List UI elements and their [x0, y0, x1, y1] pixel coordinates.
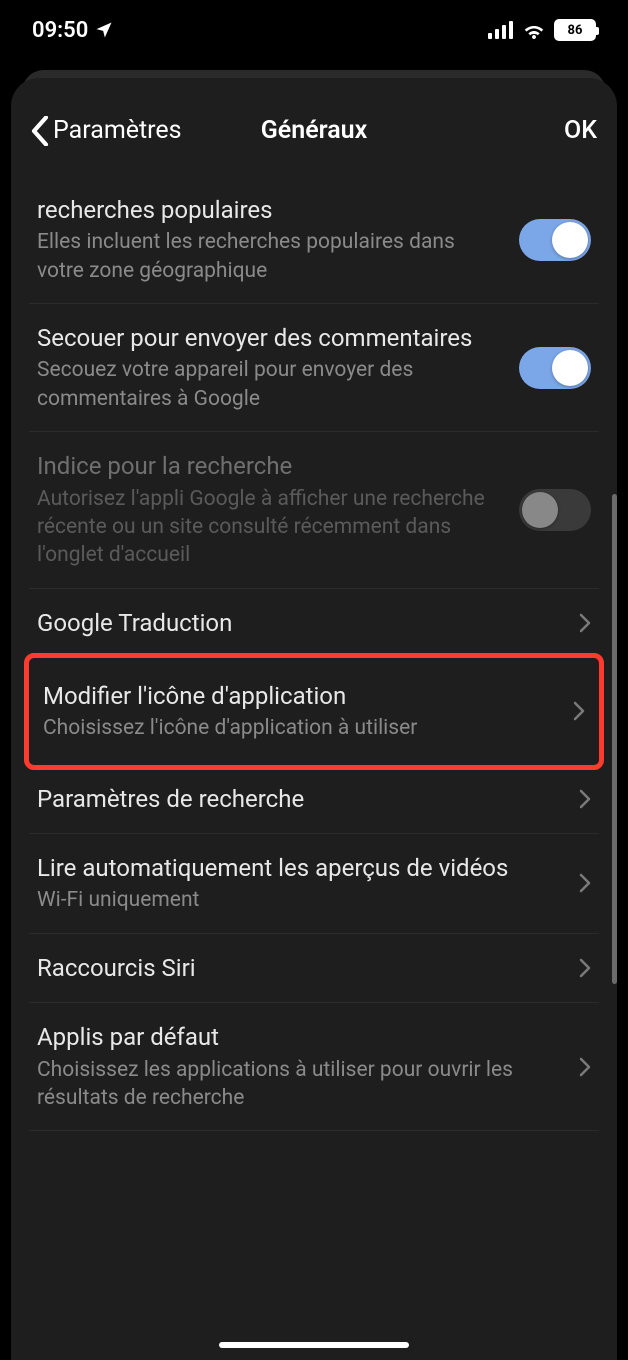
- row-text: Indice pour la recherche Autorisez l'app…: [37, 450, 503, 569]
- row-subtitle: Choisissez l'icône d'application à utili…: [43, 714, 557, 742]
- status-right: 86: [488, 19, 596, 41]
- row-subtitle: Secouez votre appareil pour envoyer des …: [37, 356, 503, 413]
- toggle-knob: [552, 350, 588, 386]
- row-title: Lire automatiquement les aperçus de vidé…: [37, 852, 563, 884]
- highlight-box: Modifier l'icône d'application Choisisse…: [24, 653, 604, 770]
- row-change-app-icon[interactable]: Modifier l'icône d'application Choisisse…: [29, 658, 599, 765]
- toggle-knob: [522, 492, 558, 528]
- scrollbar[interactable]: [612, 494, 617, 984]
- row-text: Secouer pour envoyer des commentaires Se…: [37, 322, 503, 413]
- chevron-right-icon: [573, 701, 585, 721]
- row-title: Paramètres de recherche: [37, 783, 563, 815]
- row-title: Secouer pour envoyer des commentaires: [37, 322, 503, 354]
- home-indicator[interactable]: [219, 1342, 409, 1348]
- row-text: Raccourcis Siri: [37, 952, 563, 984]
- row-default-apps[interactable]: Applis par défaut Choisissez les applica…: [29, 1003, 599, 1131]
- row-title: recherches populaires: [37, 194, 503, 226]
- row-search-hint: Indice pour la recherche Autorisez l'app…: [29, 432, 599, 588]
- chevron-left-icon: [31, 116, 49, 146]
- row-text: recherches populaires Elles incluent les…: [37, 194, 503, 285]
- battery-icon: 86: [554, 19, 596, 41]
- row-text: Paramètres de recherche: [37, 783, 563, 815]
- row-subtitle: Choisissez les applications à utiliser p…: [37, 1056, 563, 1113]
- row-title: Raccourcis Siri: [37, 952, 563, 984]
- back-button[interactable]: Paramètres: [31, 116, 182, 146]
- settings-sheet: Paramètres Généraux OK recherches popula…: [11, 78, 617, 1360]
- chevron-right-icon: [579, 958, 591, 978]
- row-title: Modifier l'icône d'application: [43, 680, 557, 712]
- chevron-right-icon: [579, 789, 591, 809]
- wifi-icon: [522, 21, 546, 39]
- status-time: 09:50: [32, 18, 88, 43]
- toggle-shake-feedback[interactable]: [519, 347, 591, 389]
- row-autoplay-video-previews[interactable]: Lire automatiquement les aperçus de vidé…: [29, 834, 599, 934]
- row-title: Google Traduction: [37, 607, 563, 639]
- toggle-knob: [552, 222, 588, 258]
- row-popular-searches[interactable]: recherches populaires Elles incluent les…: [29, 184, 599, 304]
- row-title: Applis par défaut: [37, 1021, 563, 1053]
- toggle-search-hint: [519, 489, 591, 531]
- row-text: Modifier l'icône d'application Choisisse…: [43, 680, 557, 743]
- row-title: Indice pour la recherche: [37, 450, 503, 482]
- cellular-icon: [488, 21, 514, 39]
- row-google-translate[interactable]: Google Traduction: [29, 589, 599, 658]
- back-label: Paramètres: [53, 116, 182, 145]
- row-siri-shortcuts[interactable]: Raccourcis Siri: [29, 934, 599, 1003]
- chevron-right-icon: [579, 873, 591, 893]
- chevron-right-icon: [579, 1057, 591, 1077]
- location-icon: [94, 20, 114, 40]
- row-shake-feedback[interactable]: Secouer pour envoyer des commentaires Se…: [29, 304, 599, 432]
- row-subtitle: Wi-Fi uniquement: [37, 886, 563, 914]
- toggle-popular-searches[interactable]: [519, 219, 591, 261]
- row-subtitle: Elles incluent les recherches populaires…: [37, 228, 503, 285]
- row-text: Applis par défaut Choisissez les applica…: [37, 1021, 563, 1112]
- row-text: Lire automatiquement les aperçus de vidé…: [37, 852, 563, 915]
- chevron-right-icon: [579, 613, 591, 633]
- status-left: 09:50: [32, 18, 114, 43]
- row-search-settings[interactable]: Paramètres de recherche: [29, 765, 599, 834]
- battery-level: 86: [568, 23, 583, 38]
- settings-list[interactable]: recherches populaires Elles incluent les…: [11, 184, 617, 1360]
- ok-button[interactable]: OK: [564, 116, 597, 145]
- status-bar: 09:50 86: [0, 0, 628, 60]
- row-text: Google Traduction: [37, 607, 563, 639]
- nav-header: Paramètres Généraux OK: [11, 78, 617, 184]
- row-subtitle: Autorisez l'appli Google à afficher une …: [37, 485, 503, 570]
